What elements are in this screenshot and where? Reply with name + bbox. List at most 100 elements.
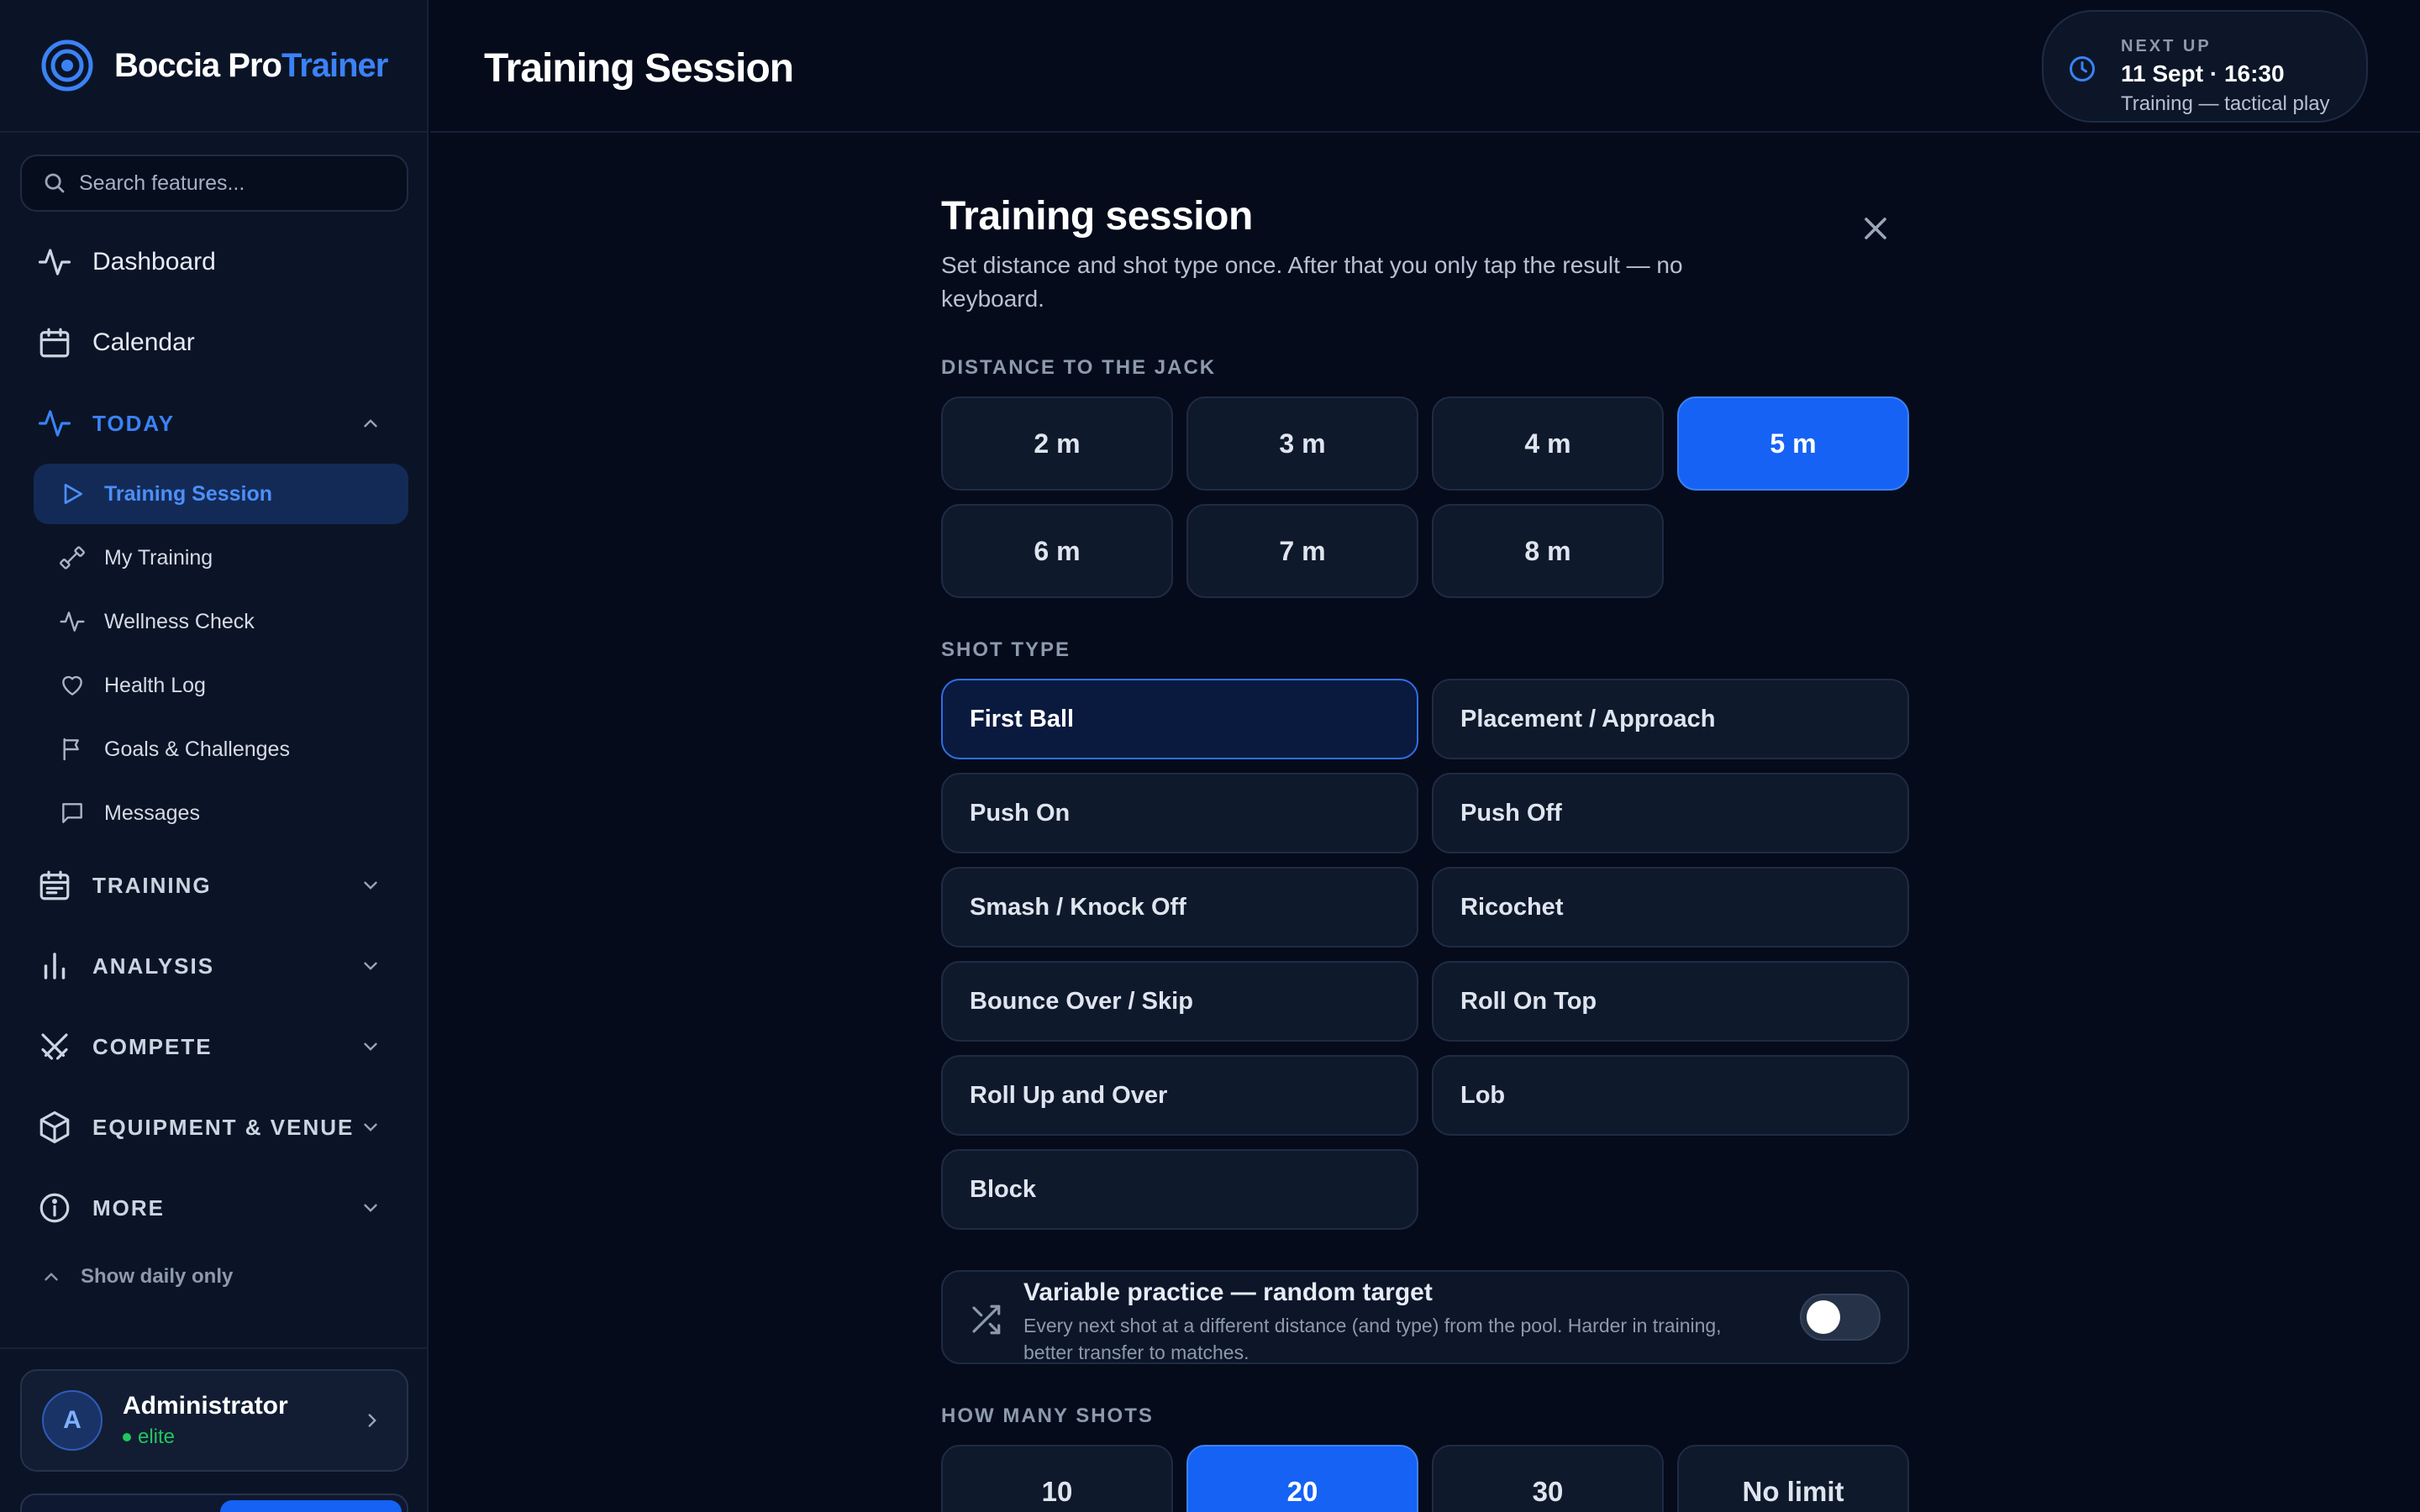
next-up-label: NEXT UP	[2121, 37, 2212, 55]
user-profile-card[interactable]: A Administrator elite	[20, 1369, 408, 1472]
section-more-label: MORE	[92, 1194, 165, 1221]
section-equipment-label: EQUIPMENT & VENUE	[92, 1114, 355, 1140]
toggle-knob	[1807, 1300, 1840, 1334]
page-title: Training Session	[484, 46, 794, 91]
activity-icon	[60, 612, 85, 632]
close-icon[interactable]	[1857, 210, 1894, 247]
sidebar-item-label: Wellness Check	[104, 609, 255, 633]
chevron-up-icon	[45, 1273, 58, 1281]
sidebar-item-label: Goals & Challenges	[104, 737, 290, 761]
user-info: Administrator elite	[123, 1392, 288, 1449]
chevron-up-icon	[364, 419, 377, 428]
shot-option-ricochet[interactable]: Ricochet	[1432, 867, 1909, 948]
box-icon	[39, 1110, 70, 1144]
sidebar-item-goals[interactable]: Goals & Challenges	[34, 719, 408, 780]
shot-option-lob[interactable]: Lob	[1432, 1055, 1909, 1136]
shot-option-block[interactable]: Block	[941, 1149, 1418, 1230]
shot-option-push-on[interactable]: Push On	[941, 773, 1418, 853]
section-today[interactable]: TODAY	[37, 398, 393, 449]
distance-option-8m[interactable]: 8 m	[1432, 504, 1664, 598]
search-box[interactable]	[20, 155, 408, 212]
sidebar: Boccia ProTrainer Dashboard Calendar TOD…	[0, 0, 429, 1512]
section-today-label: TODAY	[92, 410, 176, 436]
panel-title: Training session	[941, 194, 1253, 239]
distance-option-2m[interactable]: 2 m	[941, 396, 1173, 491]
shot-option-smash[interactable]: Smash / Knock Off	[941, 867, 1418, 948]
sidebar-item-health-log[interactable]: Health Log	[34, 655, 408, 716]
distance-option-7m[interactable]: 7 m	[1186, 504, 1418, 598]
shot-option-first-ball[interactable]: First Ball	[941, 679, 1418, 759]
distance-label: DISTANCE TO THE JACK	[941, 356, 1217, 379]
flag-icon	[63, 738, 79, 761]
app-root: Boccia ProTrainer Dashboard Calendar TOD…	[0, 0, 2420, 1512]
chevron-down-icon	[364, 962, 377, 970]
count-option-10[interactable]: 10	[941, 1445, 1173, 1512]
sidebar-item-wellness-check[interactable]: Wellness Check	[34, 591, 408, 652]
count-option-20[interactable]: 20	[1186, 1445, 1418, 1512]
nav-calendar[interactable]: Calendar	[37, 318, 195, 368]
activity-icon	[38, 410, 71, 437]
section-analysis-label: ANALYSIS	[92, 953, 215, 979]
section-equipment[interactable]: EQUIPMENT & VENUE	[37, 1102, 393, 1152]
variable-practice-desc: Every next shot at a different distance …	[1023, 1315, 1722, 1363]
calendar-icon	[39, 328, 70, 358]
sidebar-item-my-training[interactable]: My Training	[34, 528, 408, 588]
info-icon	[39, 1193, 70, 1223]
shot-option-roll-on-top[interactable]: Roll On Top	[1432, 961, 1909, 1042]
user-name: Administrator	[123, 1392, 288, 1420]
search-icon	[45, 173, 65, 193]
count-option-no-limit[interactable]: No limit	[1677, 1445, 1909, 1512]
sidebar-item-training-session[interactable]: Training Session	[34, 464, 408, 524]
nav-dashboard[interactable]: Dashboard	[37, 237, 216, 287]
shot-option-roll-up-over[interactable]: Roll Up and Over	[941, 1055, 1418, 1136]
chevron-down-icon	[364, 1042, 377, 1051]
next-up-desc: Training — tactical play	[2121, 92, 2330, 115]
chevron-right-icon	[368, 1414, 376, 1427]
count-option-30[interactable]: 30	[1432, 1445, 1664, 1512]
status-dot	[123, 1433, 131, 1441]
shot-option-placement[interactable]: Placement / Approach	[1432, 679, 1909, 759]
variable-practice-title: Variable practice — random target	[1023, 1278, 1433, 1306]
next-up-card[interactable]: NEXT UP 11 Sept · 16:30 Training — tacti…	[2042, 10, 2368, 123]
calendar-list-icon	[39, 870, 70, 900]
distance-option-5m[interactable]: 5 m	[1677, 396, 1909, 491]
activity-icon	[38, 249, 71, 276]
message-icon	[62, 803, 82, 823]
distance-option-4m[interactable]: 4 m	[1432, 396, 1664, 491]
clock-icon	[2070, 56, 2095, 81]
sidebar-item-messages[interactable]: Messages	[34, 783, 408, 843]
variable-practice-toggle[interactable]	[1800, 1294, 1881, 1341]
brand[interactable]: Boccia ProTrainer	[0, 0, 427, 133]
shot-type-label: SHOT TYPE	[941, 638, 1071, 661]
shuffle-icon	[972, 1305, 1001, 1335]
section-training[interactable]: TRAINING	[37, 860, 393, 911]
play-icon	[64, 484, 82, 504]
shot-option-push-off[interactable]: Push Off	[1432, 773, 1909, 853]
section-training-label: TRAINING	[92, 872, 212, 898]
section-more[interactable]: MORE	[37, 1183, 393, 1233]
shot-option-bounce-over[interactable]: Bounce Over / Skip	[941, 961, 1418, 1042]
sidebar-item-label: Health Log	[104, 673, 206, 697]
sidebar-item-label: Messages	[104, 801, 200, 825]
variable-practice-card: Variable practice — random target Every …	[941, 1270, 1909, 1364]
show-daily-label: Show daily only	[81, 1265, 234, 1288]
search-input[interactable]	[79, 171, 398, 196]
chevron-down-icon	[364, 881, 377, 890]
bottom-action-button[interactable]	[220, 1500, 402, 1512]
chevron-down-icon	[364, 1204, 377, 1212]
target-logo-icon	[41, 39, 93, 92]
crossed-swords-icon	[41, 1033, 68, 1060]
nav-dashboard-label: Dashboard	[92, 248, 216, 276]
distance-option-3m[interactable]: 3 m	[1186, 396, 1418, 491]
top-header: Training Session NEXT UP 11 Sept · 16:30…	[430, 0, 2420, 133]
section-compete-label: COMPETE	[92, 1033, 213, 1059]
distance-option-6m[interactable]: 6 m	[941, 504, 1173, 598]
section-compete[interactable]: COMPETE	[37, 1021, 393, 1072]
bottom-action-bar	[20, 1494, 408, 1512]
section-analysis[interactable]: ANALYSIS	[37, 941, 393, 991]
bar-chart-icon	[44, 953, 66, 979]
show-daily-toggle[interactable]: Show daily only	[40, 1265, 233, 1289]
nav-calendar-label: Calendar	[92, 328, 195, 356]
shot-count-label: HOW MANY SHOTS	[941, 1404, 1154, 1427]
sidebar-divider	[0, 1347, 429, 1349]
